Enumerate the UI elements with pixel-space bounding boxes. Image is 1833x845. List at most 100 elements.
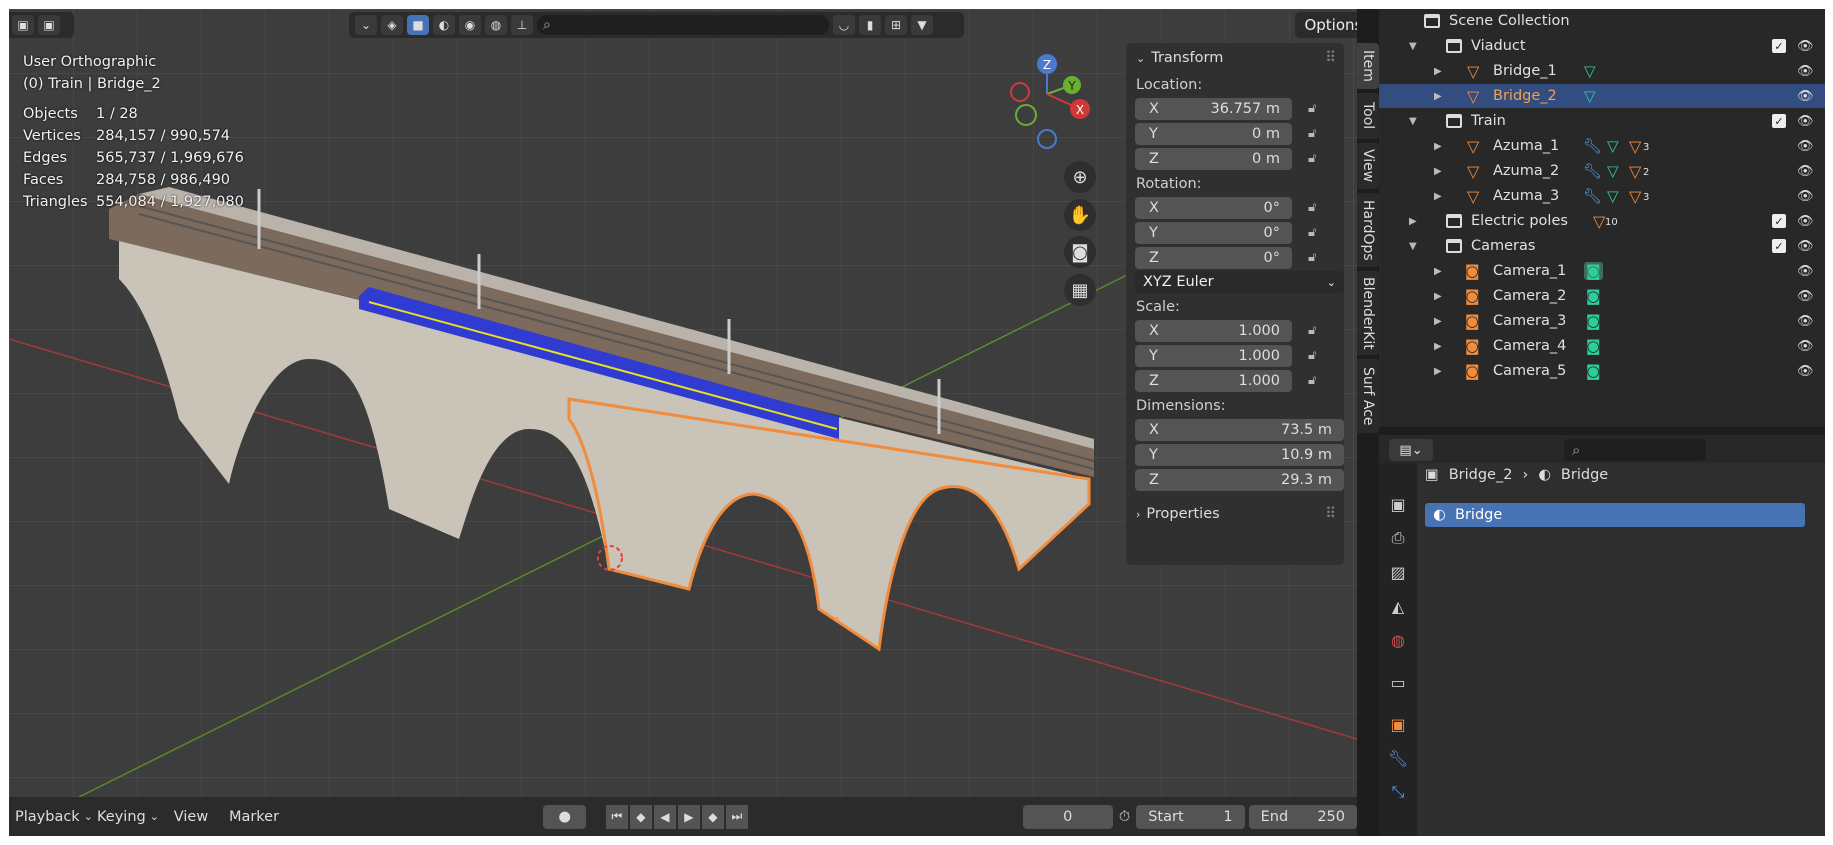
zoom-icon[interactable]: ⊕ bbox=[1064, 161, 1096, 193]
eye-icon[interactable]: 👁︎ bbox=[1797, 214, 1814, 229]
solid-shading-icon[interactable]: ■ bbox=[407, 15, 429, 35]
ortho-grid-icon[interactable]: ▦ bbox=[1064, 274, 1096, 306]
rotation-mode-select[interactable]: XYZ Euler ⌄ bbox=[1135, 271, 1344, 293]
rotation-y-field[interactable]: Y 0° 🔓︎ bbox=[1135, 221, 1344, 244]
overlay-icon[interactable]: ⊥ bbox=[511, 15, 533, 35]
wireframe-shading-icon[interactable]: ◍ bbox=[485, 15, 507, 35]
object-azuma-1-row[interactable]: ▶ ▽ Azuma_1 🔧︎ ▽ ▽ 3 👁︎ bbox=[1379, 134, 1825, 158]
tab-view[interactable]: View bbox=[1357, 143, 1379, 189]
expand-arrow-icon[interactable]: ▶ bbox=[1434, 66, 1442, 77]
scale-x-field[interactable]: X 1.000 🔓︎ bbox=[1135, 319, 1344, 342]
object-azuma-2-row[interactable]: ▶ ▽ Azuma_2 🔧︎ ▽ ▽ 2 👁︎ bbox=[1379, 159, 1825, 183]
modifier-wrench-icon[interactable]: 🔧︎ bbox=[1583, 187, 1602, 205]
eye-icon[interactable]: 👁︎ bbox=[1797, 64, 1814, 79]
material-shading-icon[interactable]: ◐ bbox=[433, 15, 455, 35]
collection-train-row[interactable]: ▼ Train ✓ 👁︎ bbox=[1379, 109, 1825, 133]
lock-icon[interactable]: 🔓︎ bbox=[1308, 200, 1328, 215]
view-object-types-icon[interactable]: ⌄ bbox=[355, 15, 377, 35]
collection-viaduct-row[interactable]: ▼ Viaduct ✓ 👁︎ bbox=[1379, 34, 1825, 58]
mesh-data-icon[interactable]: ▽ bbox=[1584, 62, 1596, 80]
modifier-wrench-icon[interactable]: 🔧︎ bbox=[1583, 162, 1602, 180]
viewport-search-input[interactable]: ⌕ bbox=[537, 15, 829, 35]
camera-data-icon[interactable]: ◙ bbox=[1586, 312, 1601, 330]
object-camera-4-row[interactable]: ▶ ◙ Camera_4 ◙ 👁︎ bbox=[1379, 334, 1825, 358]
lock-icon[interactable]: 🔓︎ bbox=[1308, 323, 1328, 338]
bookmark-icon[interactable]: ▮ bbox=[859, 15, 881, 35]
marker-menu[interactable]: Marker bbox=[223, 803, 292, 831]
expand-arrow-icon[interactable]: ▶ bbox=[1434, 166, 1442, 177]
view-layer-icon[interactable]: ▨ bbox=[1385, 559, 1411, 585]
world-properties-icon[interactable]: ◍ bbox=[1385, 627, 1411, 653]
gizmo-toggle-icon[interactable]: ◈ bbox=[381, 15, 403, 35]
play-reverse-icon[interactable]: ◀ bbox=[653, 804, 676, 829]
playback-menu[interactable]: Playback ⌄ bbox=[9, 803, 93, 831]
location-y-field[interactable]: Y0 m 🔓︎ bbox=[1135, 122, 1344, 145]
particles-icon[interactable]: ⤡ bbox=[1385, 779, 1411, 805]
mesh-data-icon[interactable]: ▽ bbox=[1584, 87, 1596, 105]
pan-hand-icon[interactable]: ✋ bbox=[1064, 199, 1096, 231]
filter-arc-icon[interactable]: ◡ bbox=[833, 15, 855, 35]
eye-icon[interactable]: 👁︎ bbox=[1797, 289, 1814, 304]
camera-data-icon[interactable]: ◙ bbox=[1586, 362, 1601, 380]
tab-item[interactable]: Item bbox=[1357, 43, 1379, 89]
eye-icon[interactable]: 👁︎ bbox=[1797, 139, 1814, 154]
render-properties-icon[interactable]: ▣ bbox=[1385, 491, 1411, 517]
mesh-object-icon[interactable]: ▽ bbox=[1593, 212, 1605, 231]
eye-icon[interactable]: 👁︎ bbox=[1797, 164, 1814, 179]
eye-icon[interactable]: 👁︎ bbox=[1797, 314, 1814, 329]
expand-arrow-icon[interactable]: ▶ bbox=[1434, 366, 1442, 377]
object-camera-2-row[interactable]: ▶ ◙ Camera_2 ◙ 👁︎ bbox=[1379, 284, 1825, 308]
collection-electric-poles-row[interactable]: ▶ Electric poles ▽ 10 ✓ 👁︎ bbox=[1379, 209, 1825, 233]
tab-blenderkit[interactable]: BlenderKit bbox=[1357, 271, 1379, 355]
eye-icon[interactable]: 👁︎ bbox=[1797, 39, 1814, 54]
eye-icon[interactable]: 👁︎ bbox=[1797, 339, 1814, 354]
output-properties-icon[interactable]: ⎙ bbox=[1385, 525, 1411, 551]
transform-header[interactable]: ⌄ Transform ⠿ bbox=[1126, 43, 1344, 73]
lock-icon[interactable]: 🔓︎ bbox=[1308, 348, 1328, 363]
camera-view-icon[interactable]: ◙ bbox=[1064, 236, 1096, 268]
keying-menu[interactable]: Keying ⌄ bbox=[91, 803, 168, 831]
object-bridge-2-row[interactable]: ▶ ▽ Bridge_2 ▽ 👁︎ bbox=[1379, 84, 1825, 108]
play-icon[interactable]: ▶ bbox=[677, 804, 700, 829]
eye-icon[interactable]: 👁︎ bbox=[1797, 239, 1814, 254]
exclude-checkbox[interactable]: ✓ bbox=[1772, 239, 1786, 253]
dimension-z-field[interactable]: Z 29.3 m bbox=[1135, 468, 1344, 491]
select-box-icon[interactable]: ▣ bbox=[12, 15, 34, 35]
mesh-data-icon[interactable]: ▽ bbox=[1607, 187, 1619, 205]
object-camera-3-row[interactable]: ▶ ◙ Camera_3 ◙ 👁︎ bbox=[1379, 309, 1825, 333]
next-keyframe-icon[interactable]: ◆ bbox=[701, 804, 724, 829]
properties-header[interactable]: › Properties ⠿ bbox=[1126, 499, 1344, 529]
camera-data-icon[interactable]: ◙ bbox=[1586, 337, 1601, 355]
eye-icon[interactable]: 👁︎ bbox=[1797, 364, 1814, 379]
expand-arrow-icon[interactable]: ▶ bbox=[1434, 316, 1442, 327]
scene-properties-icon[interactable]: ◭ bbox=[1385, 593, 1411, 619]
eye-icon[interactable]: 👁︎ bbox=[1797, 264, 1814, 279]
filter-icon[interactable]: ▼ bbox=[911, 15, 933, 35]
display-mode-icon[interactable]: ⊞ bbox=[885, 15, 907, 35]
tab-surf-ace[interactable]: Surf Ace bbox=[1357, 359, 1379, 433]
expand-arrow-icon[interactable]: ▼ bbox=[1409, 241, 1417, 252]
material-slot-item[interactable]: ◐ Bridge bbox=[1425, 503, 1805, 527]
record-button[interactable]: ● bbox=[543, 804, 587, 829]
collection-cameras-row[interactable]: ▼ Cameras ✓ 👁︎ bbox=[1379, 234, 1825, 258]
material-icon[interactable]: ▽ bbox=[1629, 187, 1641, 206]
object-camera-1-row[interactable]: ▶ ◙ Camera_1 ◙ 👁︎ bbox=[1379, 259, 1825, 283]
rendered-shading-icon[interactable]: ◉ bbox=[459, 15, 481, 35]
expand-arrow-icon[interactable]: ▶ bbox=[1434, 91, 1442, 102]
object-bridge-1-row[interactable]: ▶ ▽ Bridge_1 ▽ 👁︎ bbox=[1379, 59, 1825, 83]
3d-viewport[interactable]: Z Y X ▣ ▣ ⌄ ◈ ■ ◐ ◉ ◍ ⊥ ⌕ ◡ ▮ ⊞ ▼ Option… bbox=[9, 9, 1357, 797]
eye-icon[interactable]: 👁︎ bbox=[1797, 89, 1814, 104]
scene-collection-row[interactable]: Scene Collection bbox=[1379, 9, 1825, 33]
mesh-data-icon[interactable]: ▽ bbox=[1607, 137, 1619, 155]
expand-arrow-icon[interactable]: ▶ bbox=[1434, 341, 1442, 352]
scale-y-field[interactable]: Y 1.000 🔓︎ bbox=[1135, 344, 1344, 367]
eye-icon[interactable]: 👁︎ bbox=[1797, 189, 1814, 204]
lock-icon[interactable]: 🔓︎ bbox=[1308, 373, 1328, 388]
object-camera-5-row[interactable]: ▶ ◙ Camera_5 ◙ 👁︎ bbox=[1379, 359, 1825, 383]
lock-icon[interactable]: 🔓︎ bbox=[1308, 126, 1328, 141]
options-dropdown[interactable]: Options⌄ bbox=[1295, 12, 1357, 38]
lock-icon[interactable]: 🔓︎ bbox=[1308, 250, 1328, 265]
drag-handle-icon[interactable]: ⠿ bbox=[1325, 50, 1336, 66]
modifier-wrench-icon[interactable]: 🔧︎ bbox=[1583, 137, 1602, 155]
location-z-field[interactable]: Z0 m 🔓︎ bbox=[1135, 147, 1344, 170]
